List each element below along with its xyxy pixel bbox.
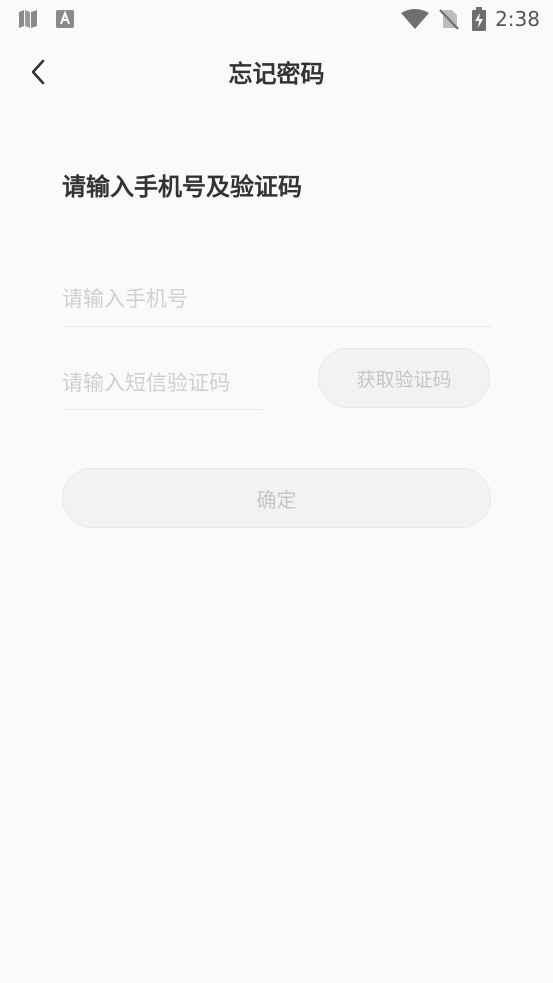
sms-code-input[interactable] [62, 356, 262, 410]
section-heading: 请输入手机号及验证码 [62, 173, 302, 201]
map-icon [18, 10, 38, 32]
get-code-label: 获取验证码 [356, 368, 452, 391]
page-title: 忘记密码 [228, 60, 325, 88]
no-sim-icon [438, 8, 460, 34]
get-code-button[interactable]: 获取验证码 [318, 348, 490, 408]
font-a-icon [56, 10, 74, 32]
wifi-icon [401, 9, 429, 33]
phone-input[interactable] [62, 272, 491, 327]
battery-charging-icon [471, 7, 487, 35]
confirm-label: 确定 [256, 487, 297, 512]
status-bar: 2:38 [0, 0, 553, 38]
confirm-button[interactable]: 确定 [62, 468, 491, 528]
status-time: 2:38 [495, 7, 540, 31]
